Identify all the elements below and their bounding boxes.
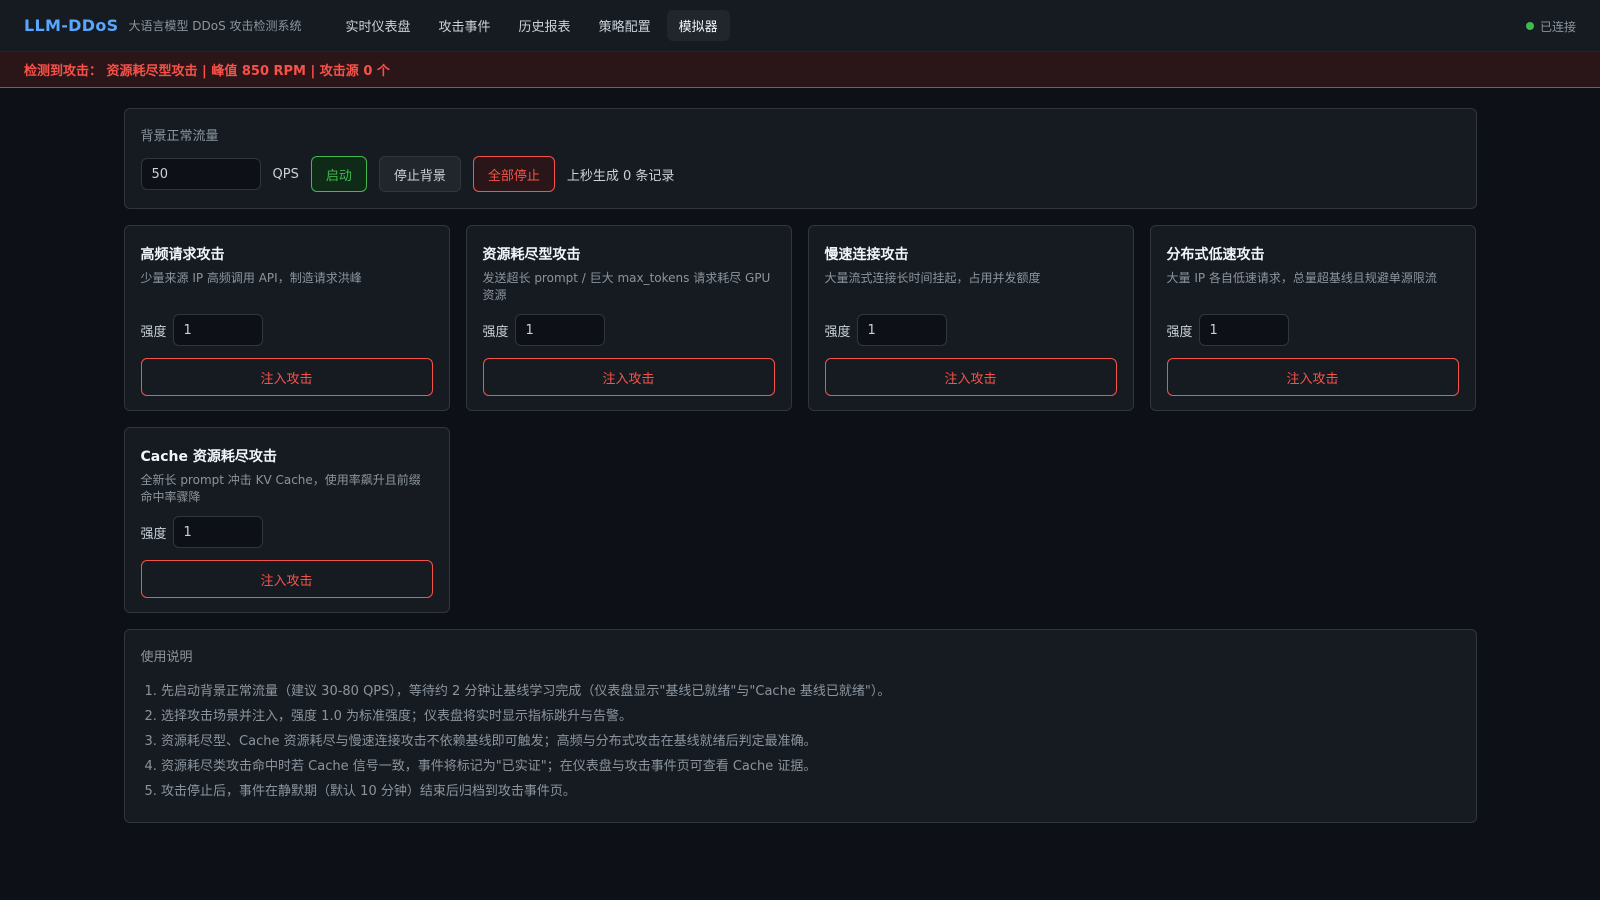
strength-label: 强度 [1166, 324, 1193, 340]
background-controls: QPS 启动 停止背景 全部停止 上秒生成 0 条记录 [140, 156, 1460, 192]
usage-instructions-list: 1. 先启动背景正常流量（建议 30-80 QPS），等待约 2 分钟让基线学习… [141, 679, 1460, 804]
inject-attack-button[interactable]: 注入攻击 [1166, 358, 1459, 396]
inject-attack-button[interactable]: 注入攻击 [824, 358, 1117, 396]
strength-input[interactable] [514, 314, 605, 346]
usage-instructions-title: 使用说明 [140, 650, 193, 665]
attack-card-description: 大量 IP 各自低速请求，总量超基线且规避单源限流 [1166, 271, 1437, 285]
background-traffic-title: 背景正常流量 [140, 129, 219, 144]
list-item: 5. 攻击停止后，事件在静默期（默认 10 分钟）结束后归档到攻击事件页。 [144, 784, 576, 799]
attack-card-description: 大量流式连接长时间挂起，占用并发额度 [824, 271, 1041, 285]
attack-card-description: 全新长 prompt 冲击 KV Cache，使用率飙升且前缀命中率骤降 [140, 473, 421, 504]
attack-scenario-grid: 高频请求攻击 少量来源 IP 高频调用 API，制造请求洪峰 强度 注入攻击 资… [123, 225, 1477, 613]
strength-row: 强度 [141, 516, 263, 548]
strength-label: 强度 [140, 526, 167, 542]
nav-item-attack-events[interactable]: 攻击事件 [427, 10, 503, 41]
strength-input[interactable] [172, 516, 263, 548]
attack-card-title: 高频请求攻击 [140, 247, 225, 263]
nav-item-history-reports[interactable]: 历史报表 [507, 10, 583, 41]
attack-card-high-frequency: 高频请求攻击 少量来源 IP 高频调用 API，制造请求洪峰 强度 注入攻击 [123, 225, 450, 411]
stop-background-button[interactable]: 停止背景 [378, 156, 461, 192]
inject-attack-button[interactable]: 注入攻击 [140, 358, 433, 396]
generation-status: 上秒生成 0 条记录 [566, 168, 675, 184]
list-item: 3. 资源耗尽型、Cache 资源耗尽与慢速连接攻击不依赖基线即可触发；高频与分… [144, 734, 817, 749]
top-nav-bar: LLM-DDoS 大语言模型 DDoS 攻击检测系统 实时仪表盘 攻击事件 历史… [0, 0, 1600, 52]
attack-card-description: 发送超长 prompt / 巨大 max_tokens 请求耗尽 GPU 资源 [482, 271, 771, 302]
attack-card-cache-exhaustion: Cache 资源耗尽攻击 全新长 prompt 冲击 KV Cache，使用率飙… [123, 427, 450, 613]
list-item: 2. 选择攻击场景并注入，强度 1.0 为标准强度；仪表盘将实时显示指标跳升与告… [144, 709, 632, 724]
attack-card-title: 分布式低速攻击 [1166, 247, 1265, 263]
alert-text: 检测到攻击： 资源耗尽型攻击 | 峰值 850 RPM | 攻击源 0 个 [24, 64, 390, 79]
strength-row: 强度 [825, 314, 947, 346]
attack-alert-banner: 检测到攻击： 资源耗尽型攻击 | 峰值 850 RPM | 攻击源 0 个 [0, 52, 1600, 88]
strength-label: 强度 [482, 324, 509, 340]
nav-item-dashboard[interactable]: 实时仪表盘 [334, 10, 423, 41]
app-logo[interactable]: LLM-DDoS [24, 16, 118, 35]
strength-input[interactable] [1198, 314, 1289, 346]
list-item: 1. 先启动背景正常流量（建议 30-80 QPS），等待约 2 分钟让基线学习… [144, 684, 891, 699]
attack-card-slow-connection: 慢速连接攻击 大量流式连接长时间挂起，占用并发额度 强度 注入攻击 [807, 225, 1134, 411]
qps-input[interactable] [140, 158, 261, 190]
strength-input[interactable] [172, 314, 263, 346]
connection-status: 已连接 [1525, 0, 1576, 52]
attack-card-distributed-low-rate: 分布式低速攻击 大量 IP 各自低速请求，总量超基线且规避单源限流 强度 注入攻… [1149, 225, 1476, 411]
attack-card-title: 资源耗尽型攻击 [482, 247, 581, 263]
strength-row: 强度 [141, 314, 263, 346]
strength-input[interactable] [856, 314, 947, 346]
background-traffic-panel: 背景正常流量 QPS 启动 停止背景 全部停止 上秒生成 0 条记录 [123, 108, 1477, 209]
attack-card-title: 慢速连接攻击 [824, 247, 909, 263]
start-background-button[interactable]: 启动 [310, 156, 367, 192]
main-nav: 实时仪表盘 攻击事件 历史报表 策略配置 模拟器 [334, 10, 730, 41]
inject-attack-button[interactable]: 注入攻击 [140, 560, 433, 598]
attack-card-title: Cache 资源耗尽攻击 [140, 449, 277, 465]
list-item: 4. 资源耗尽类攻击命中时若 Cache 信号一致，事件将标记为"已实证"；在仪… [144, 759, 817, 774]
qps-unit-label: QPS [272, 166, 299, 182]
nav-item-policy-config[interactable]: 策略配置 [587, 10, 663, 41]
stop-all-button[interactable]: 全部停止 [472, 156, 555, 192]
attack-card-description: 少量来源 IP 高频调用 API，制造请求洪峰 [140, 271, 362, 285]
strength-row: 强度 [1167, 314, 1289, 346]
connection-status-label: 已连接 [1539, 19, 1576, 34]
app-subtitle: 大语言模型 DDoS 攻击检测系统 [128, 19, 302, 33]
strength-label: 强度 [824, 324, 851, 340]
simulator-main: 背景正常流量 QPS 启动 停止背景 全部停止 上秒生成 0 条记录 高频请求攻… [123, 108, 1477, 823]
inject-attack-button[interactable]: 注入攻击 [482, 358, 775, 396]
strength-row: 强度 [483, 314, 605, 346]
usage-instructions-panel: 使用说明 1. 先启动背景正常流量（建议 30-80 QPS），等待约 2 分钟… [123, 629, 1477, 823]
attack-card-resource-exhaustion: 资源耗尽型攻击 发送超长 prompt / 巨大 max_tokens 请求耗尽… [465, 225, 792, 411]
strength-label: 强度 [140, 324, 167, 340]
nav-item-simulator[interactable]: 模拟器 [666, 10, 730, 41]
status-dot-icon [1525, 22, 1534, 30]
